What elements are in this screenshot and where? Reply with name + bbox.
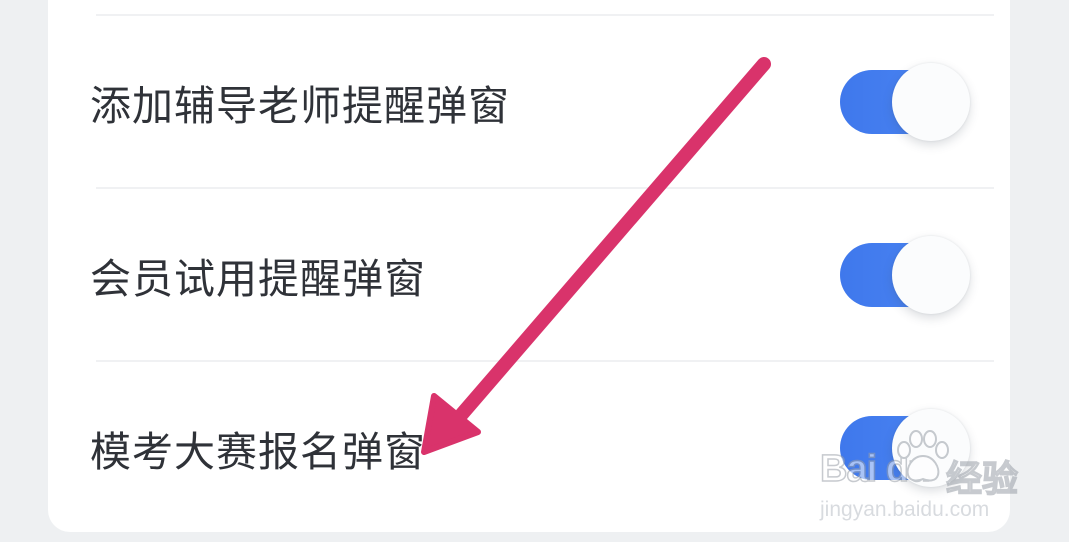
tutor-reminder-toggle[interactable] [840,63,970,141]
settings-row-membership-trial: 会员试用提醒弹窗 [48,189,1010,361]
watermark-cn-text: 经验 [945,458,1019,500]
toggle-knob [892,63,970,141]
settings-row-tutor-reminder: 添加辅导老师提醒弹窗 [48,16,1010,188]
setting-label: 添加辅导老师提醒弹窗 [90,82,510,130]
setting-label: 模考大赛报名弹窗 [90,428,426,476]
membership-trial-toggle[interactable] [840,236,970,314]
baidu-jingyan-watermark: Bai du 经验 jingyan.baidu.com [812,428,1022,528]
watermark-url: jingyan.baidu.com [820,498,990,521]
setting-label: 会员试用提醒弹窗 [90,255,426,303]
paw-icon [897,430,949,482]
toggle-knob [892,236,970,314]
